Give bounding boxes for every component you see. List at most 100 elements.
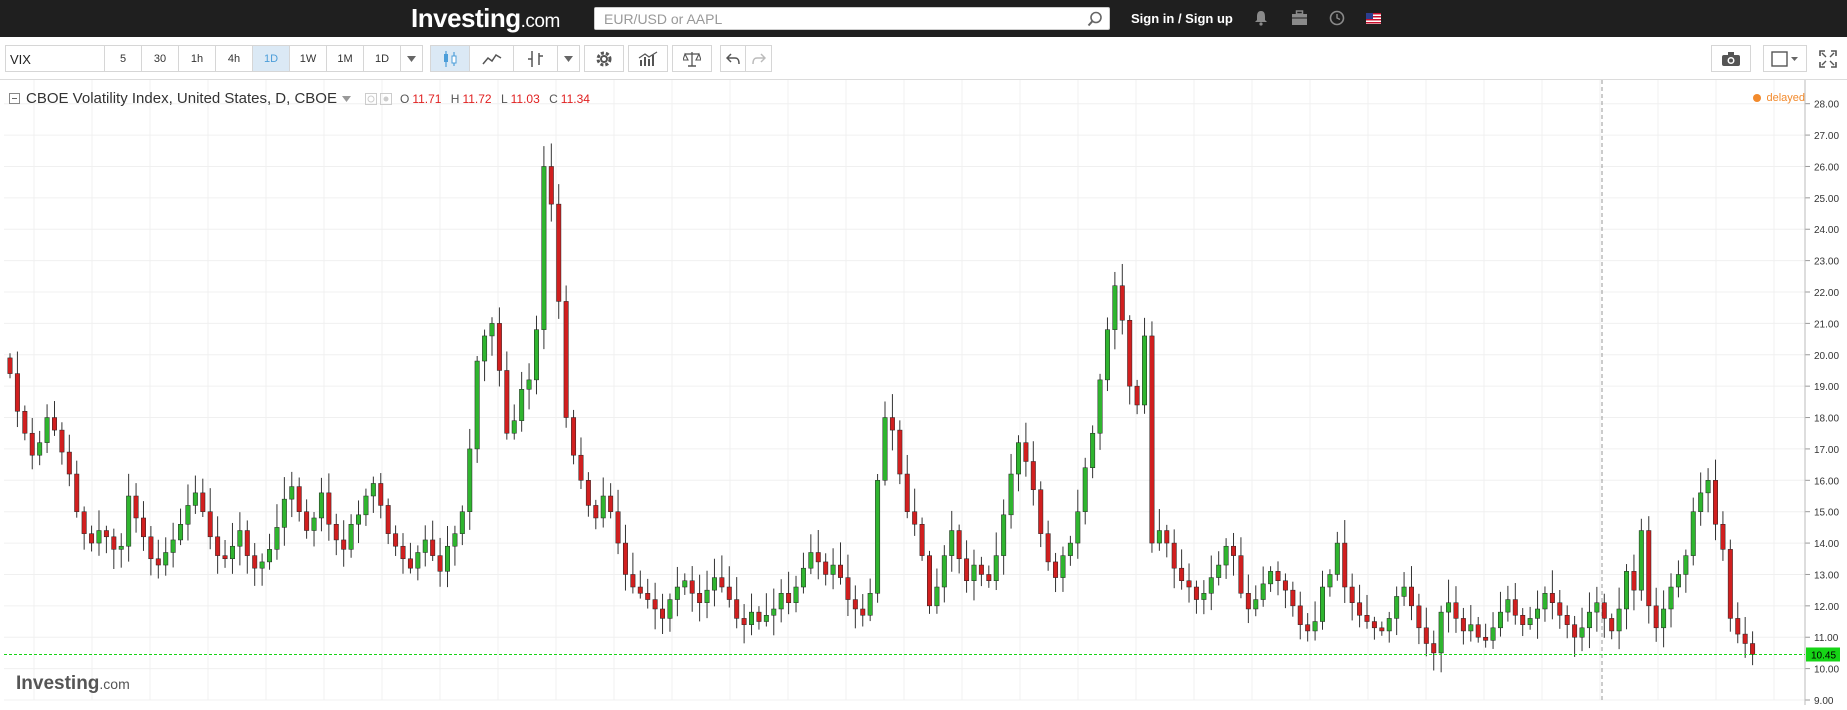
candle-body (304, 511, 310, 531)
candle-body (704, 589, 710, 603)
legend-title: CBOE Volatility Index, United States, D,… (26, 90, 337, 107)
settings-small-icon[interactable] (379, 92, 392, 105)
candle-body (934, 586, 940, 607)
candle-body (118, 545, 124, 550)
timeframe-selector: 5 30 1h 4h 1D 1W 1M 1D (105, 45, 423, 72)
candle-body (838, 564, 843, 578)
candle-body (689, 580, 695, 594)
candle-body (1512, 599, 1518, 616)
candle-body (852, 599, 858, 610)
chart-type-dropdown[interactable] (558, 45, 580, 72)
candle-body (415, 552, 421, 569)
candle-body (830, 564, 836, 575)
y-tick-label: 20.00 (1814, 351, 1839, 362)
candle-body (1750, 643, 1756, 655)
close-label: C (549, 91, 558, 106)
candle-body (800, 567, 806, 588)
candle-body (741, 618, 747, 625)
search-input[interactable] (595, 8, 1075, 29)
timeframe-1w[interactable]: 1W (290, 45, 327, 72)
candles-button[interactable] (430, 45, 470, 72)
screenshot-button[interactable] (1711, 45, 1751, 72)
candle-body (652, 599, 658, 610)
indicators-button[interactable] (628, 45, 668, 72)
candle-body (1349, 586, 1355, 603)
candle-body (563, 301, 569, 418)
candle-body (1193, 586, 1199, 600)
candle-body (867, 593, 873, 616)
timeframe-1m[interactable]: 1M (327, 45, 364, 72)
candle-body (296, 486, 302, 512)
candle-body (556, 203, 562, 302)
search-box[interactable] (594, 7, 1110, 30)
chart-toolbar: VIX 5 30 1h 4h 1D 1W 1M 1D (0, 37, 1847, 80)
candle-body (1431, 643, 1437, 654)
timeframe-1h[interactable]: 1h (179, 45, 216, 72)
timeframe-4h[interactable]: 4h (216, 45, 253, 72)
chevron-down-icon[interactable] (341, 95, 351, 102)
compare-button[interactable] (672, 45, 712, 72)
candle-body (393, 533, 399, 547)
high-value: 11.72 (462, 91, 492, 106)
timeframe-custom[interactable]: 1D (364, 45, 401, 72)
candle-body (267, 549, 273, 563)
candle-body (52, 417, 57, 431)
y-tick-label: 9.00 (1814, 696, 1834, 705)
candlestick-chart[interactable]: 9.00 10.00 11.00 12.00 13.00 14.00 15.00 16.00 1… (0, 80, 1847, 707)
y-tick-label: 19.00 (1814, 382, 1839, 393)
line-chart-button[interactable] (470, 45, 514, 72)
candle-body (89, 533, 95, 544)
candle-body (986, 574, 992, 581)
candle-body (674, 586, 680, 600)
candle-body (1460, 618, 1466, 632)
candle-body (378, 483, 384, 506)
visibility-icon[interactable] (364, 92, 377, 105)
investing-logo[interactable]: Investing.com (411, 3, 560, 34)
status-dot-icon (1753, 94, 1762, 102)
collapse-legend-icon[interactable] (9, 93, 20, 104)
y-tick-label: 23.00 (1814, 257, 1839, 268)
candle-body (74, 473, 80, 512)
candle-body (133, 495, 139, 519)
settings-button[interactable] (584, 45, 624, 72)
top-navigation-bar: Investing.com Sign in / Sign up (0, 0, 1847, 37)
candle-body (956, 530, 962, 560)
candle-body (585, 480, 591, 506)
candle-body (1112, 285, 1118, 330)
timeframe-5[interactable]: 5 (105, 45, 142, 72)
candle-body (229, 545, 235, 560)
timeframe-30[interactable]: 30 (142, 45, 179, 72)
search-icon[interactable] (1087, 11, 1103, 27)
undo-button[interactable] (720, 45, 746, 72)
candle-body (363, 495, 369, 516)
candle-body (622, 542, 628, 575)
us-flag-icon[interactable] (1366, 13, 1381, 24)
candle-body (860, 608, 866, 616)
candle-body (1698, 492, 1704, 512)
candle-body (1208, 577, 1214, 594)
clock-icon[interactable] (1329, 10, 1345, 26)
candle-body (964, 558, 970, 581)
timeframe-1d[interactable]: 1D (253, 45, 290, 72)
candle-body (815, 552, 821, 563)
candle-body (519, 389, 525, 421)
chart-area[interactable]: 9.00 10.00 11.00 12.00 13.00 14.00 15.00 16.00 1… (0, 80, 1847, 707)
candle-body (1067, 542, 1073, 556)
timeframe-dropdown[interactable] (401, 45, 423, 72)
symbol-input[interactable]: VIX (5, 45, 105, 72)
bell-icon[interactable] (1253, 10, 1269, 26)
candle-body (29, 432, 35, 456)
y-tick-label: 12.00 (1814, 602, 1839, 613)
candle-body (111, 536, 117, 550)
layout-button[interactable] (1763, 45, 1807, 72)
signin-link[interactable]: Sign in / Sign up (1131, 11, 1233, 26)
candle-body (459, 511, 465, 534)
briefcase-icon[interactable] (1291, 10, 1308, 26)
camera-icon (1722, 51, 1740, 66)
fullscreen-button[interactable] (1813, 45, 1843, 72)
redo-button[interactable] (746, 45, 772, 72)
chart-type-button[interactable] (514, 45, 558, 72)
candle-body (1327, 574, 1333, 588)
y-tick-label: 18.00 (1814, 414, 1839, 425)
chart-legend: CBOE Volatility Index, United States, D,… (9, 90, 596, 107)
